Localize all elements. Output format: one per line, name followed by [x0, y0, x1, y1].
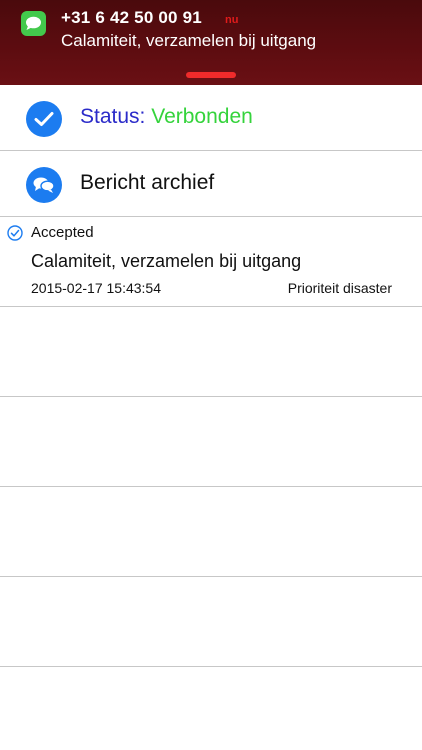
accepted-check-icon	[7, 225, 23, 241]
message-archive-row[interactable]: Bericht archief	[0, 151, 422, 217]
message-text: Calamiteit, verzamelen bij uitgang	[31, 251, 302, 271]
message-date: 2015-02-17 15:43:54	[31, 280, 161, 296]
notification-message: Calamiteit, verzamelen bij uitgang	[61, 31, 317, 50]
status-row[interactable]: Status: Verbonden	[0, 85, 422, 151]
message-priority: Prioriteit disaster	[287, 280, 392, 296]
empty-list-row	[0, 577, 422, 667]
checkmark-icon	[26, 101, 62, 137]
message-list-item[interactable]: Accepted Calamiteit, verzamelen bij uitg…	[0, 217, 422, 307]
empty-list-row	[0, 307, 422, 397]
empty-list-row	[0, 397, 422, 487]
notification-time: nu	[225, 14, 239, 26]
banner-grabber-handle[interactable]	[186, 72, 236, 78]
chat-bubbles-icon	[26, 167, 62, 203]
archive-label: Bericht archief	[80, 171, 215, 194]
status-text: Status: Verbonden	[80, 105, 253, 129]
messages-app-icon	[21, 11, 46, 36]
empty-list-row	[0, 487, 422, 577]
status-value: Verbonden	[151, 105, 253, 128]
notification-banner[interactable]: +31 6 42 50 00 91 nu Calamiteit, verzame…	[0, 0, 422, 85]
notification-sender: +31 6 42 50 00 91	[61, 8, 202, 27]
status-label: Status:	[80, 105, 146, 128]
message-state: Accepted	[31, 224, 94, 241]
